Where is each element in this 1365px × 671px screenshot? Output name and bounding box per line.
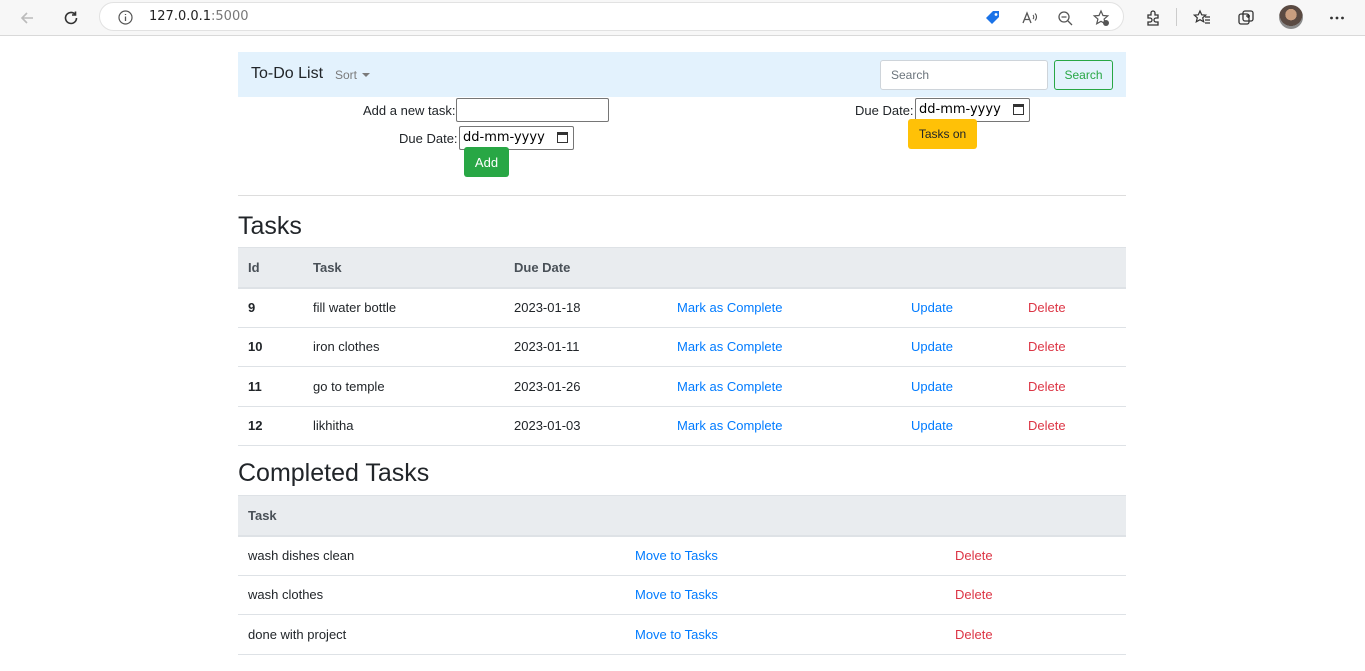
tasks-heading: Tasks xyxy=(238,212,302,240)
completed-task-name: wash dishes clean xyxy=(238,535,625,576)
read-aloud-icon[interactable] xyxy=(1019,8,1039,28)
sort-label: Sort xyxy=(335,68,358,82)
mark-complete-link[interactable]: Mark as Complete xyxy=(677,379,782,394)
back-arrow-icon[interactable] xyxy=(15,6,39,30)
refresh-icon[interactable] xyxy=(59,6,83,30)
completed-task-name: done with project xyxy=(238,614,625,655)
forms-section: Add a new task: Due Date: dd-mm-yyyy Add… xyxy=(238,97,1126,196)
delete-link[interactable]: Delete xyxy=(1028,300,1066,315)
table-row: 9 fill water bottle 2023-01-18 Mark as C… xyxy=(238,287,1126,328)
tasks-on-button[interactable]: Tasks on xyxy=(908,119,977,149)
move-to-tasks-link[interactable]: Move to Tasks xyxy=(635,548,718,563)
extensions-icon[interactable] xyxy=(1141,6,1165,30)
todo-app: To-Do List Sort Search Add a new task: D… xyxy=(238,52,1126,655)
new-task-label: Add a new task: xyxy=(363,103,456,118)
filter-due-date-label: Due Date: xyxy=(855,103,914,118)
toolbar-divider xyxy=(1176,8,1177,26)
delete-link[interactable]: Delete xyxy=(955,587,993,602)
task-id: 12 xyxy=(238,406,303,446)
table-row: 10 iron clothes 2023-01-11 Mark as Compl… xyxy=(238,327,1126,367)
column-header-due-date: Due Date xyxy=(504,247,667,289)
tasks-table: Id Task Due Date 9 fill water bottle 202… xyxy=(238,247,1126,446)
navbar: To-Do List Sort Search xyxy=(238,52,1126,97)
update-link[interactable]: Update xyxy=(911,300,953,315)
brand[interactable]: To-Do List xyxy=(251,65,323,83)
completed-tasks-table: Task wash dishes clean Move to Tasks Del… xyxy=(238,495,1126,655)
completed-task-name: wash clothes xyxy=(238,575,625,615)
search-button[interactable]: Search xyxy=(1054,60,1113,90)
address-bar[interactable]: 127.0.0.1:5000 xyxy=(99,2,1124,31)
browser-toolbar: 127.0.0.1:5000 xyxy=(0,0,1365,36)
table-row: 12 likhitha 2023-01-03 Mark as Complete … xyxy=(238,406,1126,446)
tag-icon[interactable] xyxy=(983,8,1003,28)
task-due-date: 2023-01-11 xyxy=(504,327,667,367)
completed-tasks-heading: Completed Tasks xyxy=(238,459,430,487)
move-to-tasks-link[interactable]: Move to Tasks xyxy=(635,627,718,642)
due-date-label: Due Date: xyxy=(399,131,458,146)
url-host: 127.0.0.1 xyxy=(149,9,212,24)
info-icon[interactable] xyxy=(118,10,133,30)
update-link[interactable]: Update xyxy=(911,418,953,433)
favorites-icon[interactable] xyxy=(1190,6,1214,30)
task-id: 10 xyxy=(238,327,303,367)
column-header-update xyxy=(901,247,1018,289)
delete-link[interactable]: Delete xyxy=(955,627,993,642)
update-link[interactable]: Update xyxy=(911,379,953,394)
delete-link[interactable]: Delete xyxy=(955,548,993,563)
column-header-move xyxy=(625,495,945,537)
calendar-icon[interactable] xyxy=(1013,104,1024,115)
url-port: :5000 xyxy=(211,9,249,24)
calendar-icon[interactable] xyxy=(557,132,568,143)
table-row: done with project Move to Tasks Delete xyxy=(238,614,1126,655)
mark-complete-link[interactable]: Mark as Complete xyxy=(677,418,782,433)
move-to-tasks-link[interactable]: Move to Tasks xyxy=(635,587,718,602)
column-header-delete xyxy=(1018,247,1126,289)
more-icon[interactable] xyxy=(1325,6,1349,30)
column-header-id: Id xyxy=(238,247,303,289)
collections-icon[interactable] xyxy=(1234,6,1258,30)
task-due-date: 2023-01-18 xyxy=(504,287,667,328)
zoom-out-icon[interactable] xyxy=(1055,8,1075,28)
column-header-delete xyxy=(945,495,1126,537)
sort-dropdown[interactable]: Sort xyxy=(335,68,371,82)
update-link[interactable]: Update xyxy=(911,339,953,354)
column-header-complete xyxy=(667,247,901,289)
search-input[interactable] xyxy=(880,60,1048,90)
delete-link[interactable]: Delete xyxy=(1028,339,1066,354)
mark-complete-link[interactable]: Mark as Complete xyxy=(677,300,782,315)
task-name: likhitha xyxy=(303,406,504,446)
add-button[interactable]: Add xyxy=(464,147,509,177)
delete-link[interactable]: Delete xyxy=(1028,418,1066,433)
due-date-placeholder: dd-mm-yyyy xyxy=(463,130,545,145)
task-id: 11 xyxy=(238,366,303,407)
url-text: 127.0.0.1:5000 xyxy=(149,9,249,24)
chevron-down-icon xyxy=(362,73,371,77)
task-due-date: 2023-01-03 xyxy=(504,406,667,446)
table-row: 11 go to temple 2023-01-26 Mark as Compl… xyxy=(238,366,1126,407)
table-header-row: Id Task Due Date xyxy=(238,247,1126,289)
avatar[interactable] xyxy=(1279,5,1303,29)
task-id: 9 xyxy=(238,287,303,328)
table-row: wash clothes Move to Tasks Delete xyxy=(238,575,1126,615)
task-name: iron clothes xyxy=(303,327,504,367)
mark-complete-link[interactable]: Mark as Complete xyxy=(677,339,782,354)
table-header-row: Task xyxy=(238,495,1126,537)
task-due-date: 2023-01-26 xyxy=(504,366,667,407)
column-header-task: Task xyxy=(303,247,504,289)
column-header-task: Task xyxy=(238,495,625,537)
filter-due-date-placeholder: dd-mm-yyyy xyxy=(919,102,1001,117)
task-name: fill water bottle xyxy=(303,287,504,328)
add-favorite-icon[interactable] xyxy=(1091,8,1111,28)
delete-link[interactable]: Delete xyxy=(1028,379,1066,394)
table-row: wash dishes clean Move to Tasks Delete xyxy=(238,535,1126,576)
new-task-input[interactable] xyxy=(456,98,609,122)
task-name: go to temple xyxy=(303,366,504,407)
